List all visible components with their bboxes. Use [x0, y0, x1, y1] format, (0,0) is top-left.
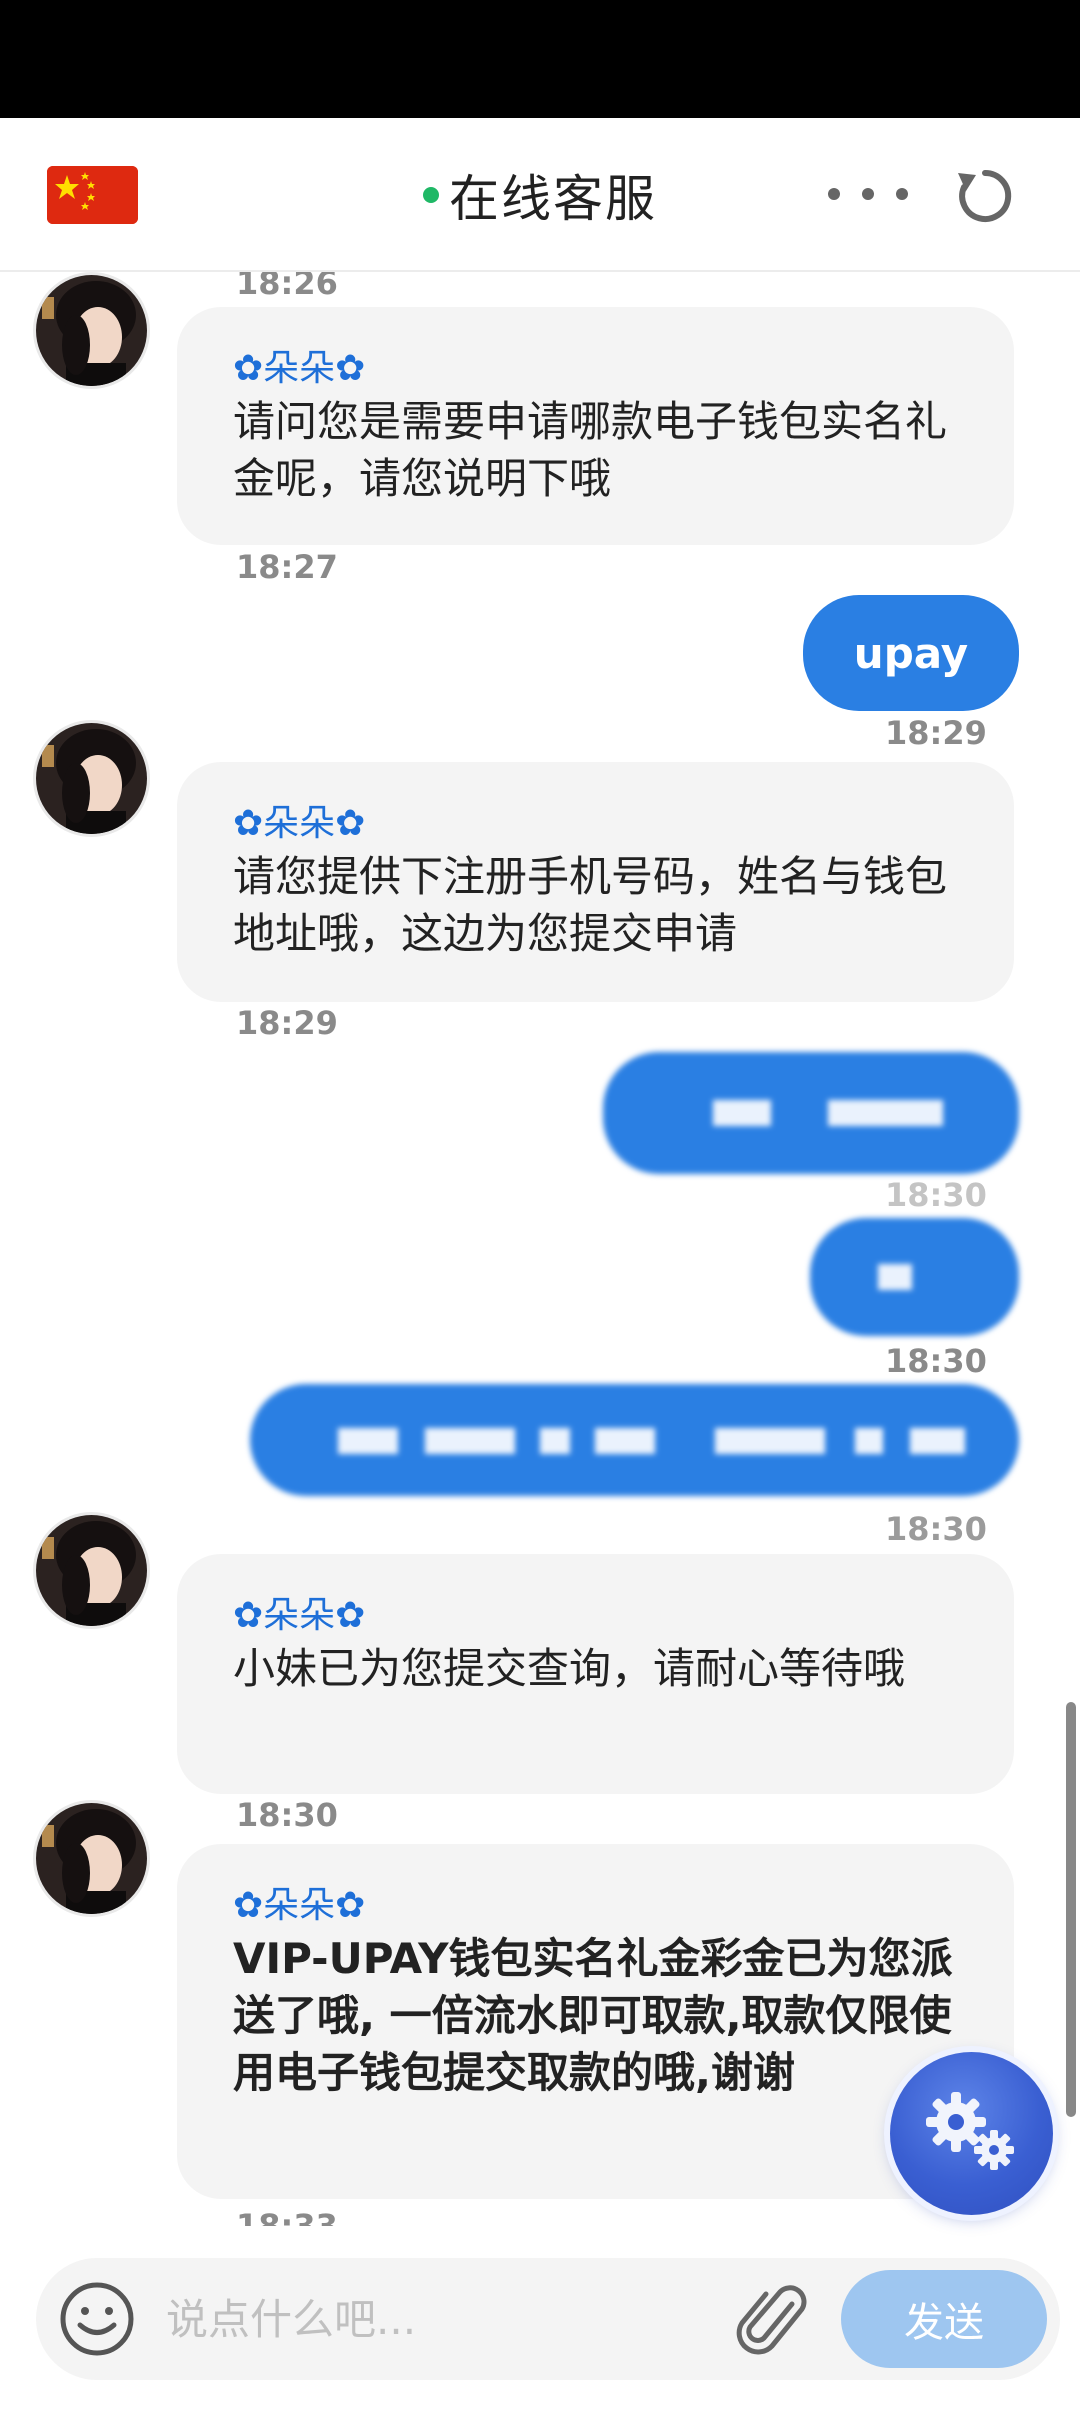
sender-name: ✿朵朵✿: [233, 1885, 366, 1926]
message-text: 请您提供下注册手机号码，姓名与钱包地址哦，这边为您提交申请: [233, 852, 948, 958]
message-input[interactable]: [166, 2258, 726, 2380]
refresh-icon[interactable]: [954, 165, 1016, 227]
message-text: upay: [853, 628, 969, 678]
message-time: 18:29: [236, 1004, 338, 1042]
message-time: 18:29: [885, 714, 987, 752]
agent-avatar[interactable]: [33, 272, 150, 389]
message-text: 请问您是需要申请哪款电子钱包实名礼金呢，请您说明下哦: [233, 397, 948, 503]
online-status-dot: [423, 187, 439, 203]
message-time: 18:27: [236, 548, 338, 586]
more-dots-icon[interactable]: [828, 174, 908, 214]
settings-gear-button[interactable]: [890, 2052, 1053, 2215]
agent-avatar[interactable]: [33, 1800, 150, 1917]
sender-name: ✿朵朵✿: [233, 348, 366, 389]
agent-avatar[interactable]: [33, 1512, 150, 1629]
china-flag-icon[interactable]: [47, 166, 138, 224]
agent-message-bubble: ✿朵朵✿ 请问您是需要申请哪款电子钱包实名礼金呢，请您说明下哦: [177, 307, 1014, 545]
send-button[interactable]: 发送: [841, 2270, 1047, 2368]
user-message-bubble-redacted: [603, 1052, 1019, 1174]
message-time: 18:30: [885, 1342, 987, 1380]
sender-name: ✿朵朵✿: [233, 1595, 366, 1636]
sender-name: ✿朵朵✿: [233, 803, 366, 844]
message-text: 小妹已为您提交查询，请耐心等待哦: [233, 1644, 906, 1693]
message-time: 18:30: [885, 1510, 987, 1548]
user-message-bubble-redacted: [250, 1384, 1019, 1496]
message-composer: 发送: [36, 2258, 1060, 2380]
user-message-bubble-redacted: [810, 1218, 1019, 1336]
chat-scrollbar[interactable]: [1066, 1702, 1076, 2117]
emoji-icon[interactable]: [58, 2280, 136, 2358]
chat-header: 在线客服: [0, 118, 1080, 272]
agent-message-bubble: ✿朵朵✿ VIP-UPAY钱包实名礼金彩金已为您派送了哦, 一倍流水即可取款,取…: [177, 1844, 1014, 2199]
attachment-icon[interactable]: [736, 2280, 812, 2364]
message-time: 18:30: [885, 1176, 987, 1214]
gear-icon: [926, 2092, 1014, 2170]
agent-message-bubble: ✿朵朵✿ 小妹已为您提交查询，请耐心等待哦: [177, 1554, 1014, 1794]
chat-message-list[interactable]: 18:26 ✿朵朵✿ 请问您是需要申请哪款电子钱包实名礼金呢，请您说明下哦 18…: [0, 272, 1080, 2226]
page-title: 在线客服: [449, 170, 657, 228]
user-message-bubble: upay: [803, 595, 1019, 711]
message-time: 18:26: [236, 272, 338, 302]
agent-avatar[interactable]: [33, 720, 150, 837]
message-text: VIP-UPAY钱包实名礼金彩金已为您派送了哦, 一倍流水即可取款,取款仅限使用…: [233, 1934, 953, 2097]
message-time: 18:30: [236, 1796, 338, 1834]
message-time: 18:33: [236, 2207, 338, 2226]
status-bar: [0, 0, 1080, 118]
agent-message-bubble: ✿朵朵✿ 请您提供下注册手机号码，姓名与钱包地址哦，这边为您提交申请: [177, 762, 1014, 1002]
